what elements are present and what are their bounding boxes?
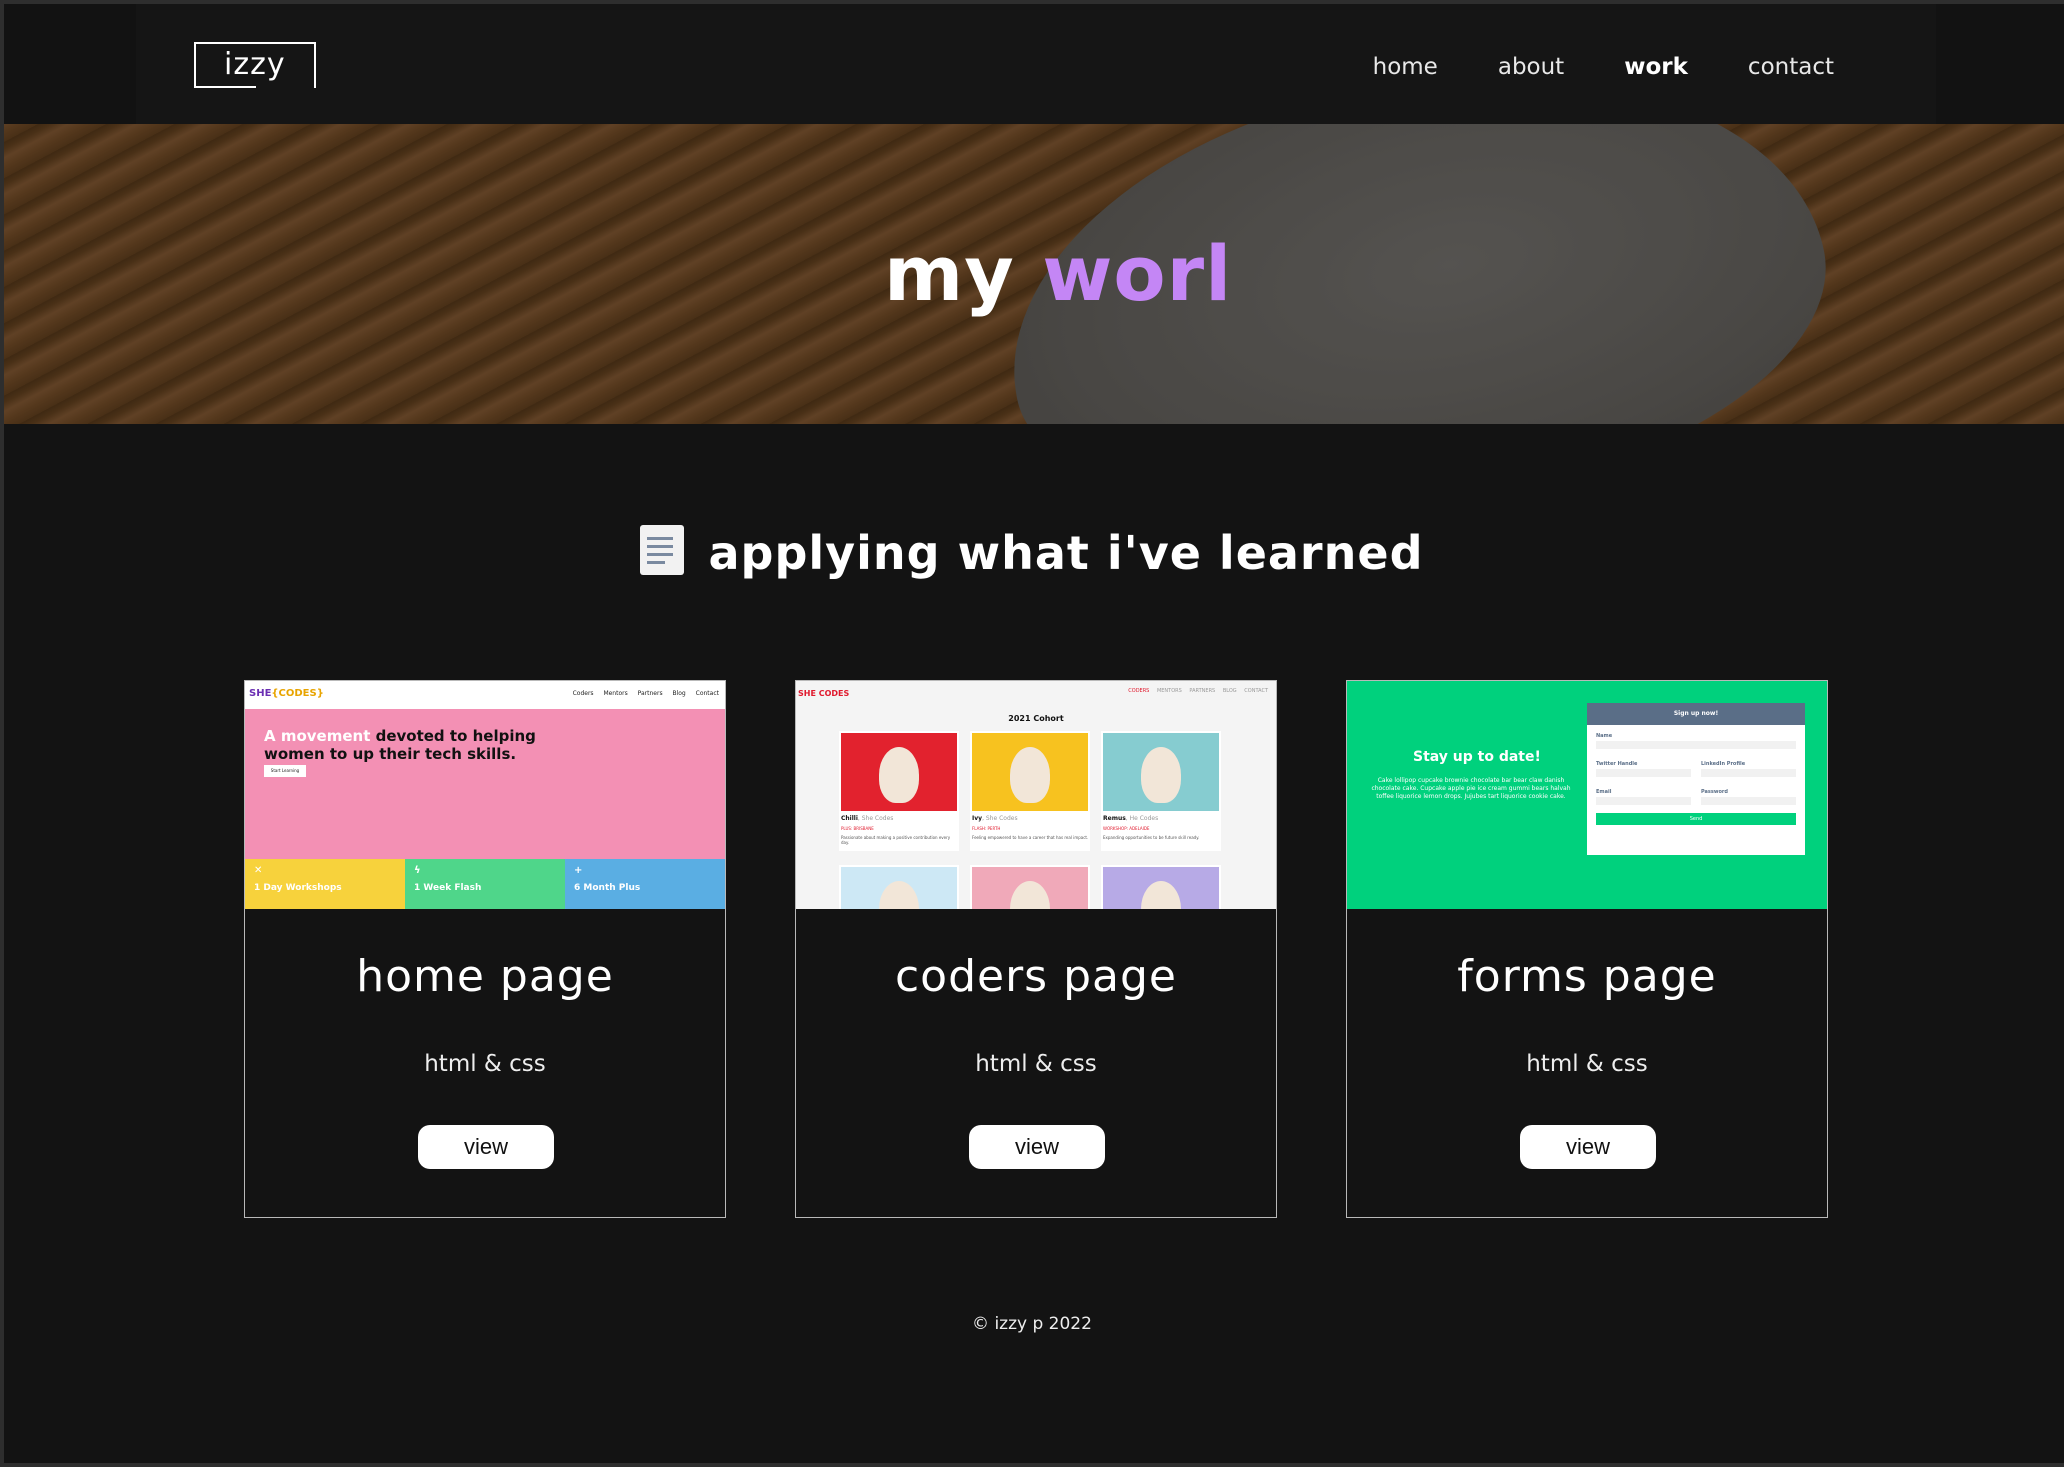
dog-desc: Feeling empowered to have a career that … xyxy=(972,835,1089,840)
dog-card: Chilli, She Codes PLUS: BRISBANE Passionat… xyxy=(839,731,959,851)
page-title-accent: worl xyxy=(1042,229,1233,318)
thumb-navbar: SHE{CODES} Coders Mentors Partners Blog … xyxy=(245,681,725,709)
thumb-brand: SHE CODES xyxy=(798,689,850,698)
thumb-form-title: Sign up now! xyxy=(1587,703,1805,725)
dog-tag: WORKSHOP: ADELAIDE xyxy=(1103,826,1150,831)
dog-photo xyxy=(841,867,957,909)
thumb-tile: ✕ 1 Day Workshops xyxy=(245,859,405,909)
thumb-headline: A movement devoted to helping women to u… xyxy=(264,727,536,763)
main-nav: home about work contact xyxy=(1373,54,1834,80)
thumb-field-label: Password xyxy=(1701,789,1728,795)
dog-tag: PLUS: BRISBANE xyxy=(841,826,874,831)
dog-photo xyxy=(1103,867,1219,909)
memo-icon xyxy=(640,525,685,575)
dog-photo xyxy=(1103,733,1219,811)
thumb-heading: Stay up to date! xyxy=(1413,749,1541,765)
thumb-nav-links: Coders Mentors Partners Blog Contact xyxy=(572,690,719,697)
project-tech: html & css xyxy=(975,1051,1097,1077)
project-title: home page xyxy=(356,951,614,1002)
dog-desc: Passionate about making a positive contr… xyxy=(841,835,951,845)
footer-copyright: © izzy p 2022 xyxy=(972,1314,1092,1334)
nav-work[interactable]: work xyxy=(1624,54,1688,80)
thumb-field-label: Email xyxy=(1596,789,1612,795)
thumb-field-label: Name xyxy=(1596,733,1613,739)
thumb-field-label: Twitter Handle xyxy=(1596,761,1638,767)
dog-desc: Expanding opportunities to be future ski… xyxy=(1103,835,1200,840)
nav-about[interactable]: about xyxy=(1498,54,1564,80)
section-title: applying what i've learned xyxy=(0,525,2064,580)
header-edge-left xyxy=(4,4,136,124)
thumb-nav-links: CODERS MENTORS PARTNERS BLOG CONTACT xyxy=(1128,688,1268,694)
project-card-forms: Stay up to date! Cake lollipop cupcake b… xyxy=(1346,680,1828,1218)
thumb-hero: A movement devoted to helping women to u… xyxy=(245,709,725,859)
project-card-home: SHE{CODES} Coders Mentors Partners Blog … xyxy=(244,680,726,1218)
thumb-brand: SHE{CODES} xyxy=(249,688,324,699)
dog-name: Remus, He Codes xyxy=(1103,815,1159,822)
thumb-cta: Start Learning xyxy=(264,765,306,777)
project-thumbnail-coders[interactable]: SHE CODES CODERS MENTORS PARTNERS BLOG C… xyxy=(796,681,1276,909)
project-title: forms page xyxy=(1457,951,1717,1002)
project-tech: html & css xyxy=(424,1051,546,1077)
dog-photo xyxy=(972,867,1088,909)
nav-contact[interactable]: contact xyxy=(1748,54,1834,80)
view-button-home[interactable]: view xyxy=(418,1125,554,1169)
thumb-send-button: Send xyxy=(1596,813,1796,825)
thumb-blurb: Cake lollipop cupcake brownie chocolate … xyxy=(1371,777,1571,800)
thumb-tile: ϟ1 Week Flash xyxy=(405,859,565,909)
dog-card: Ivy, She Codes FLASH: PERTH Feeling empowe… xyxy=(970,731,1090,851)
nav-home[interactable]: home xyxy=(1373,54,1438,80)
thumb-tile: +6 Month Plus xyxy=(565,859,725,909)
dog-photo xyxy=(972,733,1088,811)
project-thumbnail-home[interactable]: SHE{CODES} Coders Mentors Partners Blog … xyxy=(245,681,725,909)
view-button-forms[interactable]: view xyxy=(1520,1125,1656,1169)
dog-photo xyxy=(841,733,957,811)
site-header: izzy home about work contact xyxy=(4,4,2064,124)
project-tech: html & css xyxy=(1526,1051,1648,1077)
project-title: coders page xyxy=(894,951,1177,1002)
thumb-signup-form: Sign up now! Name Twitter Handle LinkedI… xyxy=(1587,703,1805,855)
hero-banner: my worl xyxy=(4,124,2064,424)
dog-card xyxy=(970,865,1090,909)
section-title-text: applying what i've learned xyxy=(708,526,1424,580)
dog-tag: FLASH: PERTH xyxy=(972,826,1001,831)
project-thumbnail-forms[interactable]: Stay up to date! Cake lollipop cupcake b… xyxy=(1347,681,1827,909)
dog-card xyxy=(1101,865,1221,909)
project-card-coders: SHE CODES CODERS MENTORS PARTNERS BLOG C… xyxy=(795,680,1277,1218)
thumb-tiles: ✕ 1 Day Workshops ϟ1 Week Flash +6 Month … xyxy=(245,859,725,909)
logo[interactable]: izzy xyxy=(194,42,316,92)
logo-text: izzy xyxy=(224,47,286,82)
dog-card xyxy=(839,865,959,909)
page-title-plain: my xyxy=(884,229,1043,318)
dog-name: Ivy, She Codes xyxy=(972,815,1018,822)
dog-name: Chilli, She Codes xyxy=(841,815,894,822)
view-button-coders[interactable]: view xyxy=(969,1125,1105,1169)
header-edge-right xyxy=(1936,4,2064,124)
dog-card: Remus, He Codes WORKSHOP: ADELAIDE Expandi… xyxy=(1101,731,1221,851)
thumb-field-label: LinkedIn Profile xyxy=(1701,761,1746,767)
logo-underline xyxy=(194,86,256,88)
page-title: my worl xyxy=(884,229,1232,318)
thumb-cohort-title: 2021 Cohort xyxy=(1008,714,1064,723)
